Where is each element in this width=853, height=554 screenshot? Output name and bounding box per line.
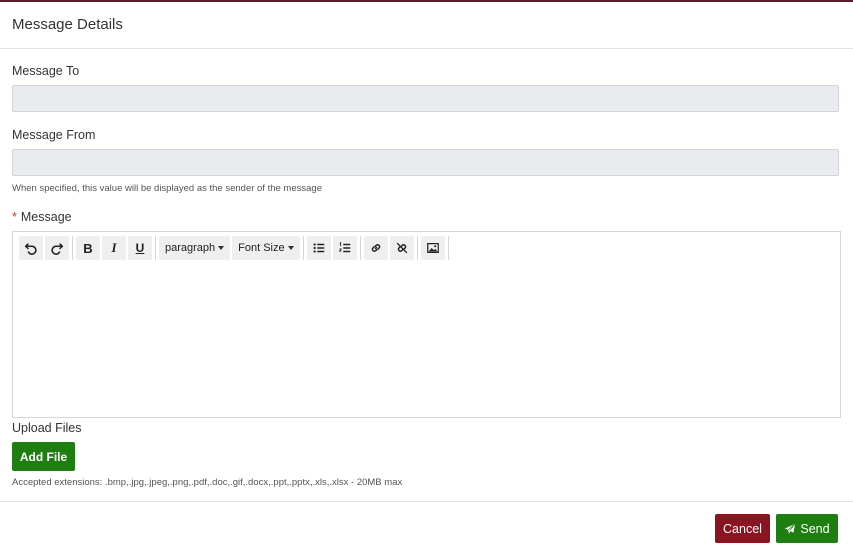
cancel-button-label: Cancel <box>723 521 762 536</box>
toolbar-separator <box>359 236 361 260</box>
unlink-icon[interactable] <box>389 236 414 260</box>
send-button-label: Send <box>800 521 830 536</box>
message-label: * Message <box>12 210 72 224</box>
message-editor[interactable]: B I U paragraph Font Size <box>12 231 841 418</box>
italic-icon[interactable]: I <box>102 236 126 260</box>
image-icon[interactable] <box>420 236 445 260</box>
upload-files-label: Upload Files <box>12 421 82 435</box>
message-from-field[interactable] <box>12 149 839 176</box>
font-size-dropdown[interactable]: Font Size <box>232 236 300 260</box>
italic-glyph: I <box>111 240 117 255</box>
chevron-down-icon <box>287 246 294 250</box>
send-button[interactable]: Send <box>776 514 838 543</box>
link-icon[interactable] <box>363 236 388 260</box>
undo-icon[interactable] <box>19 236 43 260</box>
underline-icon[interactable]: U <box>128 236 152 260</box>
toolbar-separator <box>302 236 304 260</box>
bold-icon[interactable]: B <box>76 236 100 260</box>
message-from-help: When specified, this value will be displ… <box>12 183 322 194</box>
underline-glyph: U <box>135 241 145 255</box>
message-to-label: Message To <box>12 64 80 78</box>
message-from-label: Message From <box>12 128 96 142</box>
required-marker: * <box>12 210 17 224</box>
message-to-field[interactable] <box>12 85 839 112</box>
redo-icon[interactable] <box>45 236 69 260</box>
editor-toolbar: B I U paragraph Font Size <box>19 235 452 261</box>
bold-glyph: B <box>83 240 93 256</box>
paragraph-dropdown-label: paragraph <box>165 242 216 254</box>
chevron-down-icon <box>218 246 225 250</box>
toolbar-separator <box>447 236 449 260</box>
numbered-list-icon[interactable] <box>332 236 357 260</box>
paragraph-dropdown[interactable]: paragraph <box>159 236 231 260</box>
footer-divider <box>0 501 853 502</box>
cancel-button[interactable]: Cancel <box>715 514 770 543</box>
paper-plane-icon <box>785 523 796 533</box>
add-file-button[interactable]: Add File <box>12 442 75 471</box>
toolbar-separator <box>72 236 73 260</box>
modal-header: Message Details <box>0 2 853 49</box>
accepted-extensions-help: Accepted extensions: .bmp,.jpg,.jpeg,.pn… <box>12 477 403 488</box>
bullet-list-icon[interactable] <box>306 236 331 260</box>
toolbar-separator <box>155 236 156 260</box>
font-size-dropdown-label: Font Size <box>238 242 285 254</box>
modal-title: Message Details <box>12 16 123 33</box>
message-label-text: Message <box>20 210 72 224</box>
toolbar-separator <box>416 236 418 260</box>
